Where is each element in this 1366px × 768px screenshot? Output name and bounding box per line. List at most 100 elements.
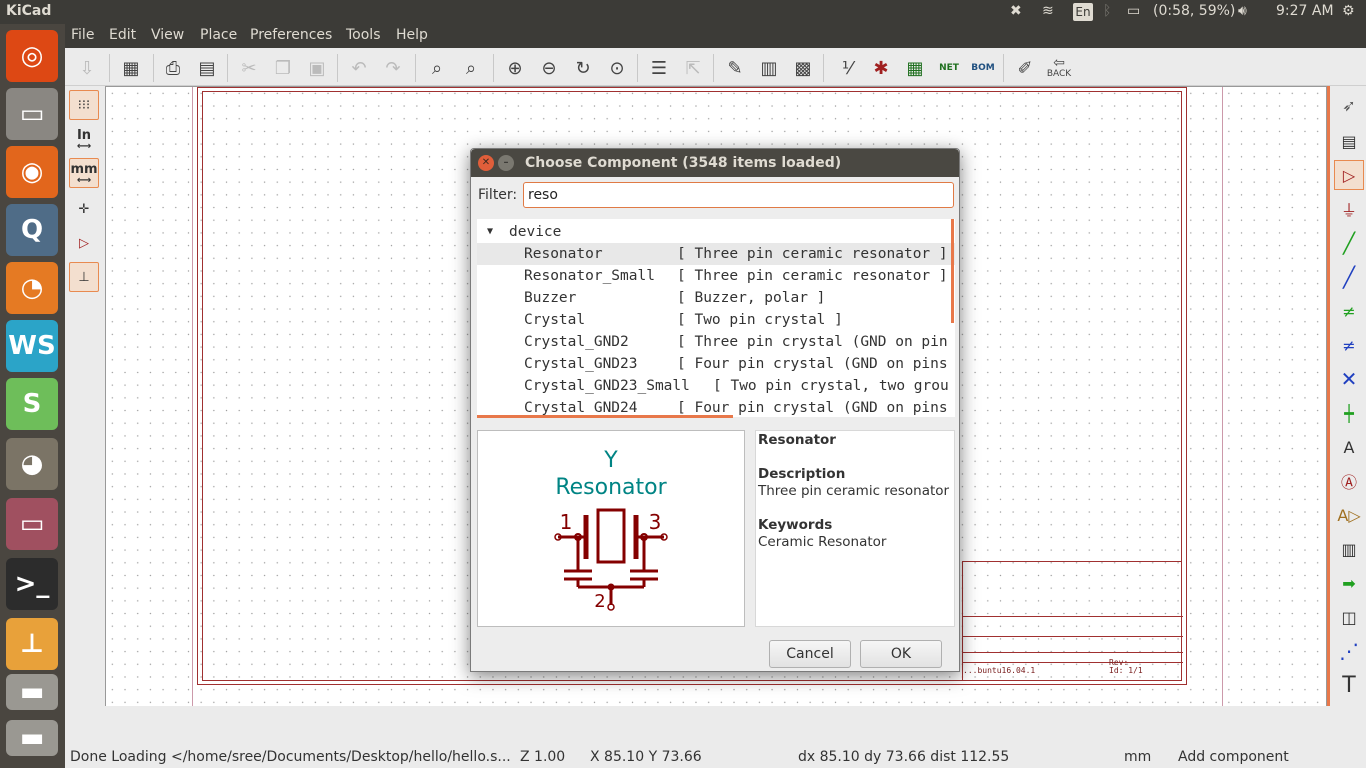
menu-preferences[interactable]: Preferences	[250, 27, 332, 43]
place-wire-icon[interactable]: ╱	[1334, 228, 1364, 258]
component-row[interactable]: Buzzer [ Buzzer, polar ]	[477, 287, 955, 309]
select-arrow-icon[interactable]: ➶	[1334, 90, 1364, 120]
component-row[interactable]: Crystal_GND24 [ Four pin crystal (GND on …	[477, 397, 955, 417]
battery-status[interactable]: (0:58, 59%)	[1153, 3, 1235, 19]
zoom-out-icon[interactable]: ⊖	[535, 54, 563, 82]
plot-icon[interactable]: ▤	[193, 54, 221, 82]
disk-2-icon[interactable]: ▬	[6, 720, 58, 756]
inch-units-button[interactable]: In ⟷	[69, 124, 99, 154]
wifi-icon[interactable]: ≋	[1042, 3, 1054, 19]
tree-horizontal-scrollbar[interactable]	[477, 415, 733, 418]
battery-icon[interactable]: ▭	[1127, 3, 1140, 19]
text-icon[interactable]: T	[1334, 670, 1364, 700]
hierarchical-sheet-icon[interactable]: ▥	[1334, 534, 1364, 564]
component-row[interactable]: Crystal_GND23 [ Four pin crystal (GND on …	[477, 353, 955, 375]
filter-input[interactable]	[523, 182, 954, 208]
grid-toggle-icon[interactable]: ⁝⁝⁝	[69, 90, 99, 120]
slack-icon[interactable]: S	[6, 378, 58, 430]
copy-icon[interactable]: ❐	[269, 54, 297, 82]
hierarchy-icon[interactable]: ▤	[1334, 126, 1364, 156]
component-row[interactable]: Crystal [ Two pin crystal ]	[477, 309, 955, 331]
find-replace-icon[interactable]: ⌕	[457, 54, 485, 82]
leave-sheet-icon[interactable]: ⇱	[679, 54, 707, 82]
menu-help[interactable]: Help	[396, 27, 428, 43]
import-sheet-pin-icon[interactable]: ➡	[1334, 568, 1364, 598]
bus-bus-entry-icon[interactable]: ≠	[1334, 330, 1364, 360]
bom-button[interactable]: BOM	[969, 54, 997, 82]
webstorm-icon[interactable]: WS	[6, 320, 58, 372]
zoom-in-icon[interactable]: ⊕	[501, 54, 529, 82]
redo-icon[interactable]: ↷	[379, 54, 407, 82]
global-label-icon[interactable]: Ⓐ	[1334, 466, 1364, 496]
graphic-line-icon[interactable]: ⋰	[1334, 636, 1364, 666]
tree-vertical-scrollbar[interactable]	[951, 219, 954, 323]
expand-triangle-icon[interactable]: ▼	[487, 226, 493, 237]
cancel-button[interactable]: Cancel	[769, 640, 851, 668]
menu-edit[interactable]: Edit	[109, 27, 136, 43]
firefox-icon[interactable]: ◉	[6, 146, 58, 198]
component-row[interactable]: Crystal_GND23_Small [ Two pin crystal, tw…	[477, 375, 955, 397]
undo-icon[interactable]: ↶	[345, 54, 373, 82]
library-editor-icon[interactable]: ✎	[721, 54, 749, 82]
zoom-fit-icon[interactable]: ⊙	[603, 54, 631, 82]
bluetooth-icon[interactable]: ᛒ	[1103, 3, 1111, 19]
menu-place[interactable]: Place	[200, 27, 237, 43]
files-2-icon[interactable]: ▭	[6, 498, 58, 550]
menu-view[interactable]: View	[151, 27, 184, 43]
no-connect-icon[interactable]: ✕	[1334, 364, 1364, 394]
find-icon[interactable]: ⌕	[423, 54, 451, 82]
cursor-position: X 85.10 Y 73.66	[590, 749, 702, 765]
blender-icon[interactable]: ◔	[6, 262, 58, 314]
component-row[interactable]: Resonator_Small [ Three pin ceramic reson…	[477, 265, 955, 287]
gimp-icon[interactable]: ◕	[6, 438, 58, 490]
redraw-icon[interactable]: ↻	[569, 54, 597, 82]
erc-bug-icon[interactable]: ✱	[867, 54, 895, 82]
component-row[interactable]: Resonator [ Three pin ceramic resonator ]	[477, 243, 955, 265]
clock[interactable]: 9:27 AM	[1276, 3, 1334, 19]
new-schematic-icon[interactable]: ⇩	[73, 54, 101, 82]
volume-icon[interactable]: 🔊︎	[1238, 3, 1247, 19]
hidden-pins-icon[interactable]: ▷	[69, 228, 99, 258]
cursor-shape-icon[interactable]: ✛	[69, 194, 99, 224]
tree-group-row[interactable]: ▼ device	[477, 221, 955, 243]
back-button[interactable]: ⇦ BACK	[1045, 54, 1073, 82]
dialog-titlebar[interactable]: ✕ – Choose Component (3548 items loaded)	[471, 149, 959, 177]
kicad-icon[interactable]: ⊥	[6, 618, 58, 670]
sheet-pin-icon[interactable]: ◫	[1334, 602, 1364, 632]
wire-orientation-icon[interactable]: ⊥	[69, 262, 99, 292]
net-label-icon[interactable]: A	[1334, 432, 1364, 462]
cvpcb-icon[interactable]: ▦	[901, 54, 929, 82]
disk-1-icon[interactable]: ▬	[6, 674, 58, 710]
qgis-icon[interactable]: Q	[6, 204, 58, 256]
hierarchy-navigator-icon[interactable]: ☰	[645, 54, 673, 82]
annotate-icon[interactable]: ⅟	[833, 54, 861, 82]
component-row[interactable]: Crystal_GND2 [ Three pin crystal (GND on …	[477, 331, 955, 353]
place-component-icon[interactable]: ▷	[1334, 160, 1364, 190]
hierarchical-label-icon[interactable]: A▷	[1334, 500, 1364, 530]
terminal-icon[interactable]: >_	[6, 558, 58, 610]
mm-units-button[interactable]: mm ⟷	[69, 158, 99, 188]
minimize-icon[interactable]: –	[498, 155, 514, 171]
netlist-button[interactable]: NET	[935, 54, 963, 82]
pcbnew-icon[interactable]: ▩	[789, 54, 817, 82]
menu-tools[interactable]: Tools	[346, 27, 381, 43]
cut-icon[interactable]: ✂	[235, 54, 263, 82]
paste-icon[interactable]: ▣	[303, 54, 331, 82]
keyboard-layout-indicator[interactable]: En	[1073, 3, 1093, 21]
place-bus-icon[interactable]: ╱	[1334, 262, 1364, 292]
library-browser-icon[interactable]: ▥	[755, 54, 783, 82]
junction-icon[interactable]: ┿	[1334, 398, 1364, 428]
print-icon[interactable]: ⎙	[159, 54, 187, 82]
ok-button[interactable]: OK	[860, 640, 942, 668]
place-power-icon[interactable]: ⏚	[1334, 194, 1364, 224]
dropbox-icon[interactable]: ✖	[1010, 3, 1022, 19]
files-icon[interactable]: ▭	[6, 88, 58, 140]
menu-file[interactable]: File	[71, 27, 94, 43]
page-settings-icon[interactable]: ▦	[117, 54, 145, 82]
close-icon[interactable]: ✕	[478, 155, 494, 171]
power-gear-icon[interactable]: ⚙	[1342, 3, 1355, 19]
wire-bus-entry-icon[interactable]: ≠	[1334, 296, 1364, 326]
ubuntu-dash-icon[interactable]: ◎	[6, 30, 58, 82]
fields-editor-icon[interactable]: ✐	[1011, 54, 1039, 82]
component-tree[interactable]: ▼ device Resonator [ Three pin ceramic re…	[477, 219, 955, 417]
